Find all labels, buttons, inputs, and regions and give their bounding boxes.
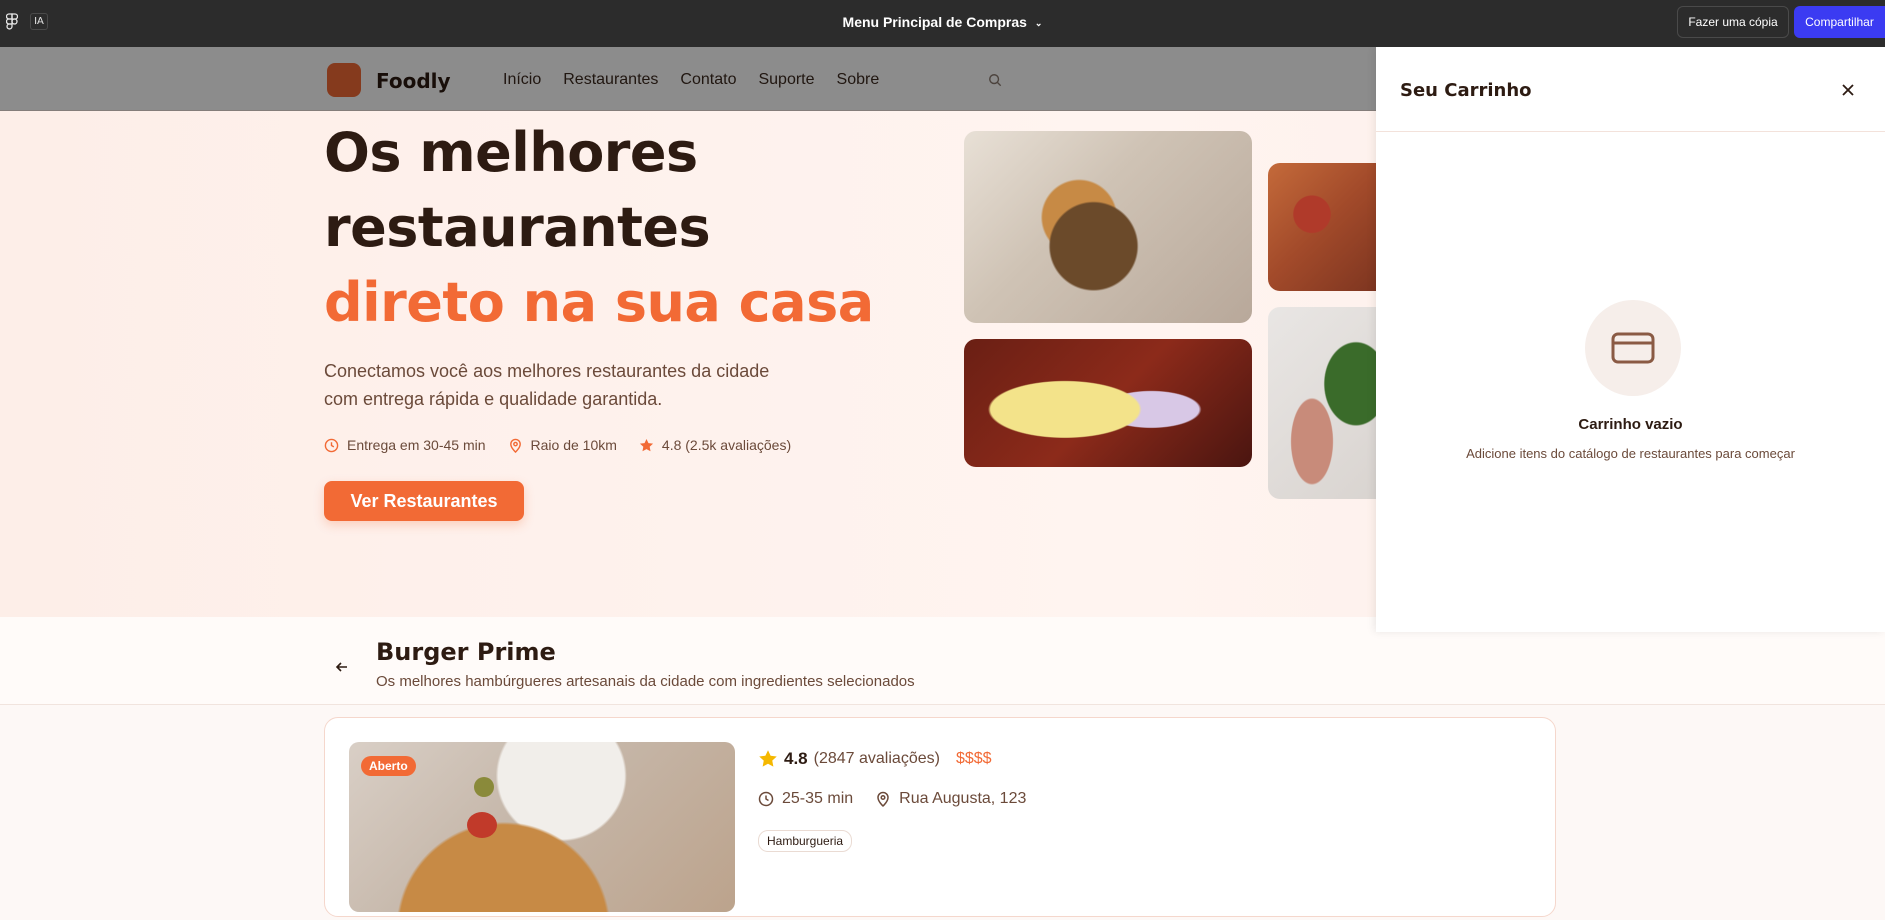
restaurant-card[interactable]: Aberto 4.8 (2847 avaliações) $$$$ 25-35 … [324, 717, 1556, 917]
map-pin-icon [509, 438, 521, 453]
address-label: Rua Augusta, 123 [899, 790, 1027, 807]
feature-rating: 4.8 (2.5k avaliações) [639, 437, 791, 453]
hero-subtext: Conectamos você aos melhores restaurante… [324, 361, 770, 409]
modal-backdrop[interactable] [0, 47, 1376, 111]
app-viewport: Os melhores restaurantes direto na sua c… [0, 47, 1885, 920]
prototype-toolbar: IA Menu Principal de Compras ⌄ Fazer uma … [0, 0, 1885, 47]
clock-icon [324, 438, 339, 452]
address: Rua Augusta, 123 [875, 790, 1026, 808]
salad-photo [1268, 307, 1378, 499]
back-arrow-icon[interactable] [334, 659, 350, 675]
pizza-photo [1268, 163, 1378, 291]
tomato-shape [467, 812, 497, 838]
olive-shape [474, 777, 494, 797]
share-button[interactable]: Compartilhar [1794, 6, 1885, 38]
price-level: $$$$ [955, 750, 992, 767]
delivery-time-label: 25-35 min [782, 790, 854, 807]
hero-features: Entrega em 30-45 min Raio de 10km 4.8 (2… [324, 437, 791, 453]
map-pin-icon [877, 791, 889, 807]
delivery-time: 25-35 min [758, 790, 853, 808]
chevron-down-icon: ⌄ [1034, 17, 1043, 28]
make-copy-button[interactable]: Fazer uma cópia [1677, 6, 1789, 38]
view-restaurants-button[interactable]: Ver Restaurantes [324, 481, 524, 521]
feature-label: Raio de 10km [530, 437, 617, 453]
clock-icon [758, 791, 774, 807]
star-icon [639, 438, 653, 451]
feature-label: Entrega em 30-45 min [347, 437, 486, 453]
close-icon[interactable] [1841, 83, 1855, 97]
rating-count: (2847 avaliações) [813, 750, 940, 767]
headline-line-1: Os melhores [324, 121, 698, 184]
hero-headline: Os melhores restaurantes direto na sua c… [324, 115, 874, 340]
burger-photo [964, 131, 1252, 323]
divider [1376, 131, 1885, 132]
restaurant-name: Burger Prime [376, 638, 556, 666]
restaurant-meta: 25-35 min Rua Augusta, 123 [758, 790, 1026, 808]
empty-cart-illustration [1585, 300, 1681, 396]
cart-panel: Seu Carrinho Carrinho vazio Adicione ite… [1376, 47, 1885, 632]
rating-score: 4.8 [784, 749, 808, 768]
empty-cart-subtitle: Adicione itens do catálogo de restaurant… [1466, 446, 1795, 461]
star-icon [759, 750, 777, 767]
restaurant-description: Os melhores hambúrgueres artesanais da c… [376, 673, 915, 690]
category-tag[interactable]: Hamburgueria [758, 830, 853, 852]
file-title-label: Menu Principal de Compras [842, 14, 1027, 30]
status-badge: Aberto [361, 756, 416, 776]
cart-title: Seu Carrinho [1400, 80, 1532, 101]
dessert-photo [964, 339, 1252, 467]
headline-line-2: restaurantes [324, 196, 711, 259]
file-title-dropdown[interactable]: Menu Principal de Compras ⌄ [0, 14, 1885, 30]
rating-row: 4.8 (2847 avaliações) $$$$ [758, 749, 992, 769]
credit-card-icon [1611, 332, 1655, 364]
feature-label: 4.8 (2.5k avaliações) [661, 437, 792, 453]
restaurant-body: Aberto 4.8 (2847 avaliações) $$$$ 25-35 … [0, 705, 1885, 920]
feature-delivery-time: Entrega em 30-45 min [324, 437, 486, 453]
empty-cart-title: Carrinho vazio [1578, 416, 1683, 433]
feature-radius: Raio de 10km [508, 437, 617, 453]
headline-accent: direto na sua casa [324, 271, 874, 334]
